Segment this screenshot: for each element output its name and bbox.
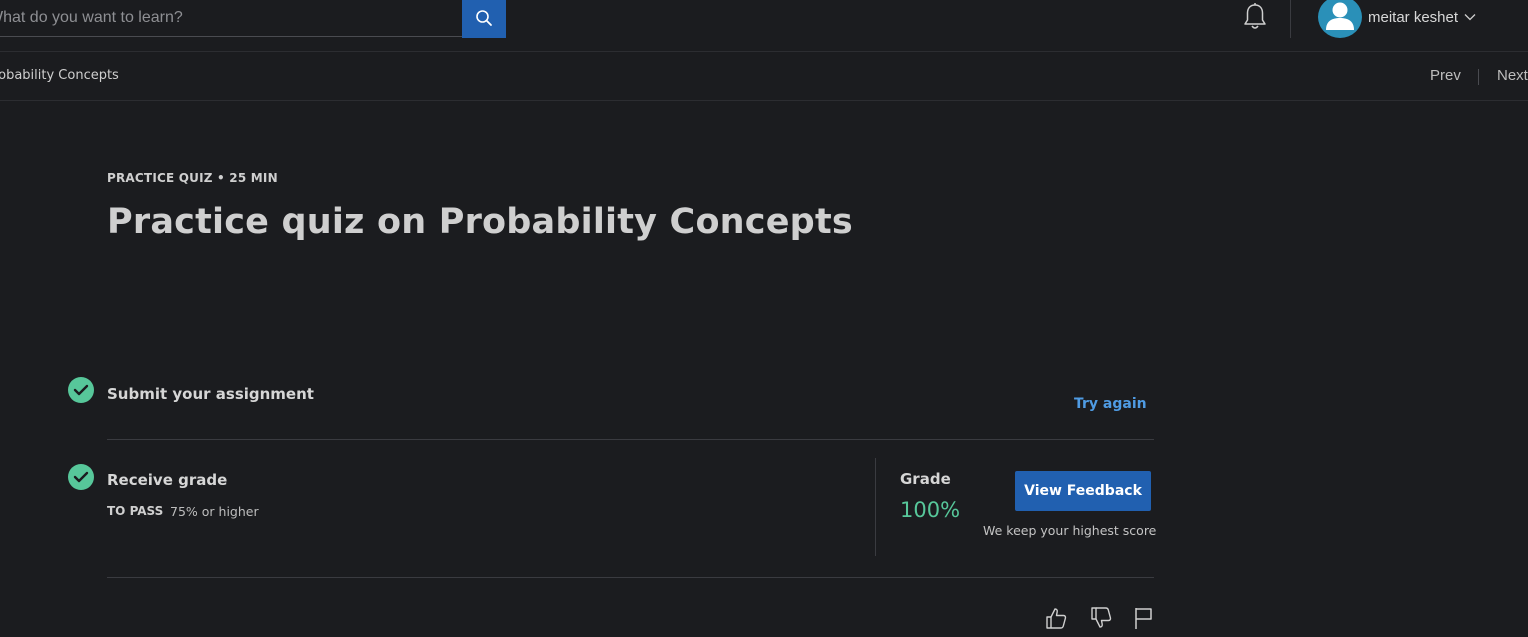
highest-score-note: We keep your highest score (983, 523, 1157, 538)
search-icon (475, 9, 493, 30)
breadcrumb-label: Practice quiz on Probability Concepts (0, 68, 119, 83)
notifications-button[interactable] (1240, 2, 1270, 37)
search-input[interactable] (0, 0, 462, 37)
thumbs-up-icon (1044, 606, 1068, 635)
submit-check-icon (68, 377, 94, 403)
grade-label: Grade (900, 470, 951, 488)
submit-step-title: Submit your assignment (107, 385, 314, 403)
bell-icon (1241, 2, 1269, 37)
breadcrumb[interactable]: Practice quiz on Probability Concepts (0, 68, 119, 83)
pass-threshold: 75% or higher (170, 504, 259, 519)
grade-value: 100% (900, 498, 961, 522)
breadcrumb-bar: Practice quiz on Probability Concepts Pr… (0, 52, 1528, 101)
flag-icon (1131, 606, 1155, 635)
thumbs-down-icon (1089, 606, 1113, 635)
report-button[interactable] (1129, 606, 1157, 634)
prev-link[interactable]: Prev (1430, 67, 1461, 84)
section-divider (107, 439, 1154, 440)
chevron-down-icon (1464, 8, 1476, 26)
dislike-button[interactable] (1087, 606, 1115, 634)
user-menu[interactable]: meitar keshet (1368, 6, 1476, 28)
receive-check-icon (68, 464, 94, 490)
like-button[interactable] (1042, 606, 1070, 634)
grade-divider (875, 458, 876, 556)
section-divider (107, 577, 1154, 578)
top-header: meitar keshet (0, 0, 1528, 52)
page-title: Practice quiz on Probability Concepts (107, 202, 853, 242)
user-avatar-icon (1318, 2, 1362, 38)
quiz-kicker: PRACTICE QUIZ • 25 MIN (107, 171, 278, 185)
quiz-page: meitar keshet Practice quiz on Probabili… (0, 0, 1528, 637)
nav-divider (1478, 69, 1479, 85)
search-button[interactable] (462, 0, 506, 38)
receive-step-title: Receive grade (107, 471, 228, 489)
view-feedback-button[interactable]: View Feedback (1015, 471, 1151, 511)
header-divider (1290, 0, 1291, 38)
user-name: meitar keshet (1368, 8, 1459, 26)
pass-label: TO PASS (107, 504, 164, 518)
user-avatar[interactable] (1318, 0, 1362, 38)
try-again-link[interactable]: Try again (1074, 396, 1147, 412)
next-link[interactable]: Next (1497, 67, 1528, 84)
